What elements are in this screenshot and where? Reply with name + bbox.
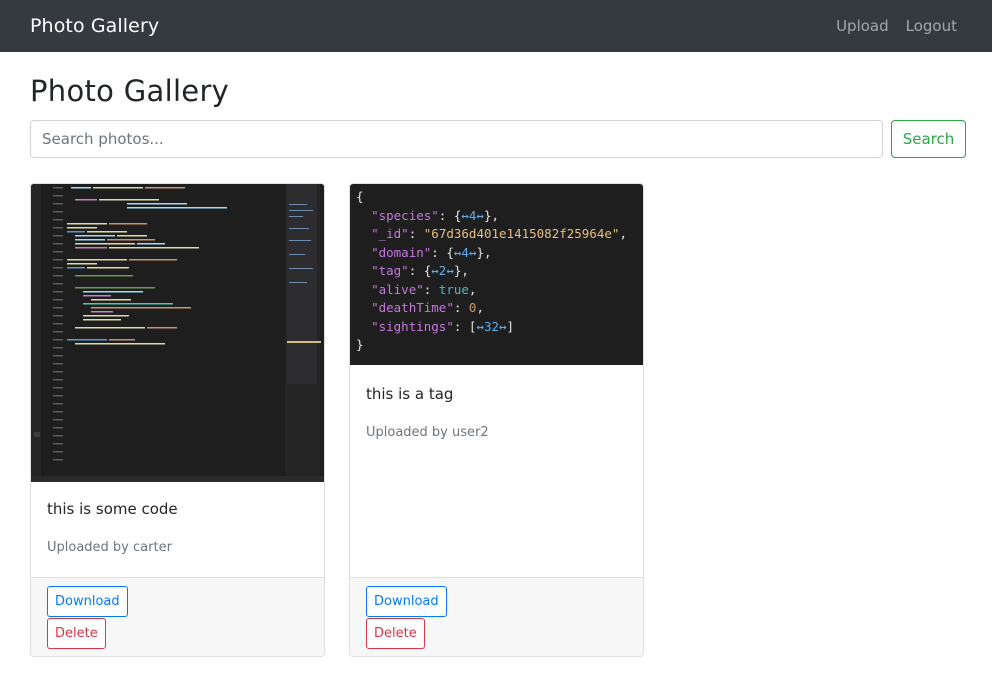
nav-link-logout[interactable]: Logout (906, 17, 957, 35)
nav-links: Upload Logout (836, 17, 962, 35)
json-line: "sightings": [↔32↔] (371, 318, 515, 334)
code-screenshot-image (31, 184, 324, 482)
photo-card: this is some code Uploaded by carter Dow… (30, 183, 325, 657)
photo-card: { "species": {↔4↔}, "_id": "67d36d401e14… (349, 183, 644, 657)
photo-uploader: Uploaded by user2 (366, 425, 489, 440)
search-button[interactable]: Search (891, 120, 966, 158)
page-title: Photo Gallery (30, 74, 230, 108)
download-button[interactable]: Download (47, 586, 128, 617)
card-footer: Download Delete (350, 577, 643, 656)
delete-button[interactable]: Delete (47, 618, 106, 649)
photo-title: this is a tag (366, 385, 454, 403)
json-line: "tag": {↔2↔}, (371, 263, 469, 278)
search-input[interactable] (30, 120, 883, 158)
download-button[interactable]: Download (366, 586, 447, 617)
json-line: "species": {↔4↔}, (371, 207, 500, 223)
json-line: "_id": "67d36d401e1415082f25964e", (371, 226, 627, 241)
card-body: this is a tag Uploaded by user2 (366, 385, 489, 440)
json-line: } (356, 337, 364, 352)
json-line: { (356, 189, 364, 204)
delete-button[interactable]: Delete (366, 618, 425, 649)
json-screenshot-image: { "species": {↔4↔}, "_id": "67d36d401e14… (356, 188, 627, 355)
json-line: "alive": true, (371, 281, 477, 297)
json-line: "deathTime": 0, (371, 300, 484, 315)
photo-title: this is some code (47, 500, 178, 518)
photo-thumbnail-code[interactable] (31, 184, 324, 482)
photo-uploader: Uploaded by carter (47, 540, 172, 555)
nav-link-upload[interactable]: Upload (836, 17, 889, 35)
photo-thumbnail-json[interactable]: { "species": {↔4↔}, "_id": "67d36d401e14… (350, 184, 643, 365)
json-line: "domain": {↔4↔}, (371, 244, 492, 260)
card-body: this is some code Uploaded by carter (47, 500, 178, 555)
navbar-brand[interactable]: Photo Gallery (30, 15, 159, 37)
card-footer: Download Delete (31, 577, 324, 656)
search-form: Search (30, 120, 966, 158)
navbar: Photo Gallery Upload Logout (0, 0, 992, 52)
